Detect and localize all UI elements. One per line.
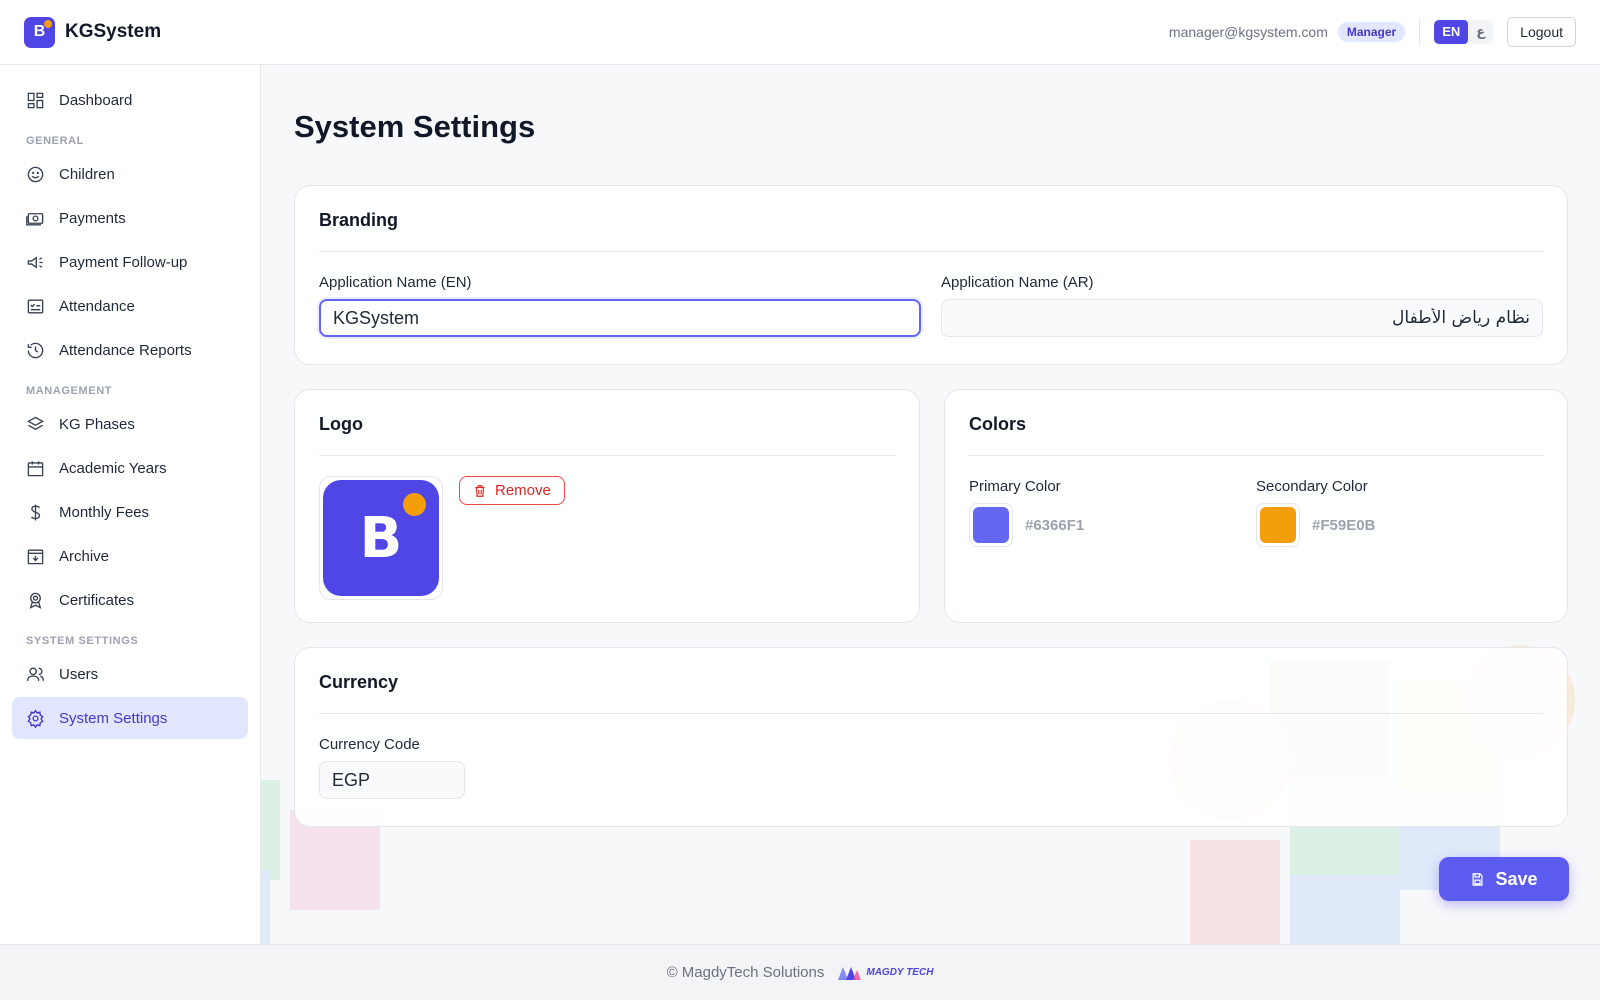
remove-logo-label: Remove: [495, 482, 551, 499]
role-badge: Manager: [1337, 22, 1406, 42]
save-icon: [1472, 872, 1483, 886]
currency-card-title: Currency: [319, 672, 1543, 714]
sidebar-item-label: Monthly Fees: [59, 503, 150, 521]
section-header-system-settings: SYSTEM SETTINGS: [26, 635, 139, 647]
logo-letter: B: [359, 505, 403, 571]
logo-preview: B: [319, 476, 443, 600]
save-button[interactable]: Save: [1439, 857, 1569, 901]
secondary-color-label: Secondary Color: [1256, 478, 1368, 495]
checklist-icon: [27, 298, 44, 314]
app-name-en-label: Application Name (EN): [319, 274, 472, 291]
award-icon: [29, 592, 42, 609]
branding-card-title: Branding: [319, 210, 1543, 252]
magdytech-logo-text: MAGDY TECH: [866, 967, 934, 978]
logo-image: B: [323, 480, 439, 596]
sidebar-item-certificates[interactable]: Certificates: [12, 579, 248, 621]
archive-icon: [27, 548, 44, 564]
layers-icon: [26, 416, 45, 430]
app-name: KGSystem: [65, 21, 162, 42]
sidebar-item-label: Attendance Reports: [59, 341, 192, 359]
secondary-color-picker[interactable]: [1256, 503, 1300, 547]
sidebar-item-academic-years[interactable]: Academic Years: [12, 447, 248, 489]
sidebar-item-label: Payment Follow-up: [59, 253, 188, 271]
sidebar-item-attendance-reports[interactable]: Attendance Reports: [12, 329, 248, 371]
footer: © MagdyTech Solutions MAGDY TECH: [0, 944, 1600, 1000]
user-email: manager@kgsystem.com: [1168, 24, 1328, 40]
top-header: B KGSystem manager@kgsystem.com Manager …: [0, 0, 1600, 65]
remove-logo-button[interactable]: Remove: [459, 476, 565, 505]
magdytech-logo[interactable]: MAGDY TECH: [836, 964, 933, 982]
currency-code-label: Currency Code: [319, 736, 420, 753]
sidebar-item-attendance[interactable]: Attendance: [12, 285, 248, 327]
sidebar-item-monthly-fees[interactable]: Monthly Fees: [12, 491, 248, 533]
sidebar-item-label: Payments: [59, 209, 126, 227]
sidebar-item-label: System Settings: [59, 709, 168, 727]
sidebar-item-children[interactable]: Children: [12, 153, 248, 195]
sidebar-item-payment-followup[interactable]: Payment Follow-up: [12, 241, 248, 283]
sidebar-item-label: Children: [59, 165, 115, 183]
gear-icon: [27, 708, 44, 728]
app-name-ar-label: Application Name (AR): [941, 274, 1094, 291]
sidebar-item-label: Dashboard: [59, 91, 133, 109]
language-switcher: EN ع: [1434, 20, 1494, 44]
colors-card-title: Colors: [969, 414, 1543, 456]
logout-button[interactable]: Logout: [1507, 17, 1576, 47]
magdytech-logo-icon: [838, 966, 862, 980]
lang-ar-button[interactable]: ع: [1468, 20, 1493, 44]
sidebar-item-kg-phases[interactable]: KG Phases: [12, 403, 248, 445]
currency-card: Currency Currency Code: [294, 647, 1568, 827]
footer-copyright: © MagdyTech Solutions: [666, 964, 825, 981]
sidebar-item-label: Archive: [59, 547, 110, 565]
history-icon: [27, 342, 44, 358]
sidebar-item-archive[interactable]: Archive: [12, 535, 248, 577]
currency-code-input[interactable]: [319, 761, 465, 799]
cash-icon: [26, 212, 44, 226]
brand[interactable]: B KGSystem: [24, 16, 162, 48]
dollar-icon: [30, 504, 41, 520]
app-name-en-input[interactable]: [319, 299, 921, 337]
sidebar-item-label: KG Phases: [59, 415, 135, 433]
save-label: Save: [1495, 868, 1538, 889]
header-actions: manager@kgsystem.com Manager EN ع Logout: [1169, 17, 1576, 47]
calendar-icon: [27, 460, 44, 476]
logo-card: Logo B Remove: [294, 389, 920, 623]
app-logo-icon: B: [24, 16, 55, 48]
primary-color-hex: #6366F1: [1025, 516, 1085, 534]
section-header-general: GENERAL: [26, 135, 84, 147]
smiley-icon: [27, 166, 44, 182]
branding-card: Branding Application Name (EN) Applicati…: [294, 185, 1568, 365]
sidebar-item-label: Academic Years: [59, 459, 167, 477]
dashboard-icon: [27, 92, 44, 108]
logo-card-title: Logo: [319, 414, 895, 456]
section-header-management: MANAGEMENT: [26, 385, 113, 397]
sidebar-item-system-settings[interactable]: System Settings: [12, 697, 248, 739]
lang-en-button[interactable]: EN: [1434, 20, 1469, 44]
secondary-color-swatch: [1260, 507, 1296, 543]
users-icon: [26, 666, 45, 681]
page-title: System Settings: [294, 109, 536, 144]
primary-color-picker[interactable]: [969, 503, 1013, 547]
megaphone-icon: [27, 255, 43, 269]
header-divider: [1419, 19, 1421, 45]
sidebar-item-label: Users: [59, 665, 99, 683]
sidebar-item-label: Attendance: [59, 297, 135, 315]
logo-dot: [403, 493, 426, 516]
sidebar-item-dashboard[interactable]: Dashboard: [12, 79, 248, 121]
colors-card: Colors Primary Color #6366F1 Secondary C…: [944, 389, 1568, 623]
app-logo-dot: [44, 19, 52, 28]
sidebar-item-payments[interactable]: Payments: [12, 197, 248, 239]
sidebar: Dashboard GENERAL Children Payments Paym…: [0, 65, 261, 944]
sidebar-item-users[interactable]: Users: [12, 653, 248, 695]
primary-color-swatch: [973, 507, 1009, 543]
main-content: System Settings Branding Application Nam…: [262, 65, 1600, 944]
primary-color-label: Primary Color: [969, 478, 1061, 495]
secondary-color-hex: #F59E0B: [1312, 516, 1376, 534]
sidebar-item-label: Certificates: [59, 591, 135, 609]
app-name-ar-input[interactable]: [941, 299, 1543, 337]
trash-icon: [475, 484, 485, 497]
